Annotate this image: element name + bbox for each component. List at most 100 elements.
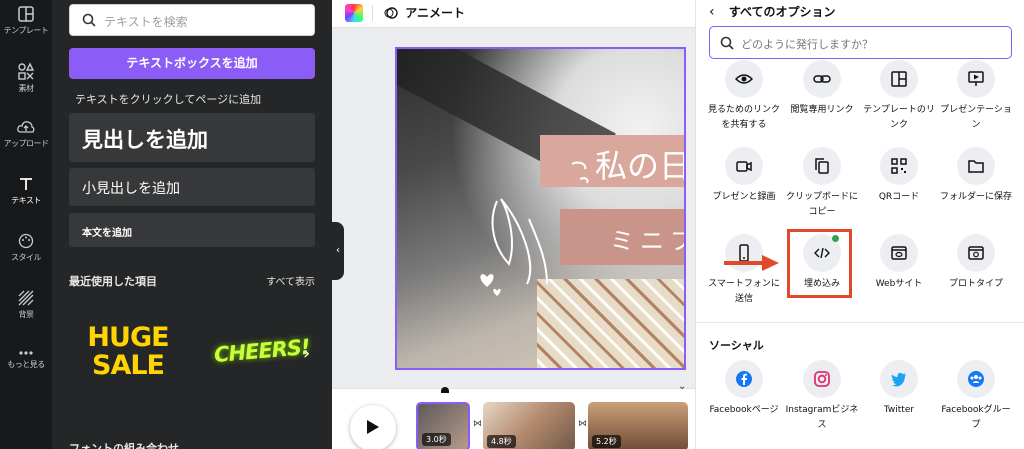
camera-icon bbox=[736, 161, 752, 172]
transition-icon[interactable]: ⋈ bbox=[473, 419, 482, 429]
text-panel: テキストを検索 テキストボックスを追加 テキストをクリックしてページに追加 見出… bbox=[52, 0, 332, 449]
chevron-right-icon[interactable]: › bbox=[303, 343, 310, 364]
rail-item-more[interactable]: もっと見る bbox=[0, 350, 52, 370]
back-chevron-icon[interactable]: ‹ bbox=[709, 4, 715, 20]
option-website[interactable]: Webサイト bbox=[862, 234, 936, 292]
twitter-icon bbox=[891, 372, 906, 387]
timeline-thumb-2[interactable]: 4.8秒 bbox=[483, 402, 575, 449]
facebook-icon bbox=[736, 371, 752, 387]
collapse-panel-button[interactable]: ‹ bbox=[332, 222, 344, 280]
share-search-input[interactable]: どのように発行しますか？ bbox=[709, 26, 1012, 59]
rail-item-elements[interactable]: 素材 bbox=[0, 62, 52, 94]
add-subheading-button[interactable]: 小見出しを追加 bbox=[69, 168, 315, 206]
facebook-group-icon bbox=[968, 371, 984, 387]
option-label: Facebookグループ bbox=[941, 405, 1011, 430]
option-present-record[interactable]: プレゼンと録画 bbox=[707, 147, 781, 205]
option-copy-clipboard[interactable]: クリップボードにコピー bbox=[785, 147, 859, 220]
option-label: プレゼンテーション bbox=[940, 105, 1012, 130]
option-template-link[interactable]: テンプレートのリンク bbox=[862, 60, 936, 133]
option-facebook-group[interactable]: Facebookグループ bbox=[939, 360, 1013, 433]
background-icon bbox=[18, 290, 34, 306]
huge-text: HUGE bbox=[87, 322, 169, 353]
rail-label: スタイル bbox=[11, 253, 42, 262]
option-prototype[interactable]: プロトタイプ bbox=[939, 234, 1013, 292]
rail-label: もっと見る bbox=[7, 360, 45, 369]
upload-icon bbox=[17, 121, 35, 133]
design-page[interactable]: 私の日 ミニブ bbox=[395, 47, 686, 370]
option-share-view-link[interactable]: 見るためのリンクを共有する bbox=[707, 60, 781, 133]
option-label: スマートフォンに送信 bbox=[708, 279, 780, 304]
color-picker-icon[interactable] bbox=[345, 4, 363, 22]
app-root: テンプレート 素材 アップロード テキスト スタイル 背景 もっと見る テキスト… bbox=[0, 0, 1024, 449]
option-view-only-link[interactable]: 閲覧専用リンク bbox=[785, 60, 859, 118]
option-label: フォルダーに保存 bbox=[939, 192, 1012, 202]
prototype-icon bbox=[968, 246, 984, 260]
rail-item-templates[interactable]: テンプレート bbox=[0, 6, 52, 36]
option-label: クリップボードにコピー bbox=[785, 192, 858, 217]
add-textbox-button[interactable]: テキストボックスを追加 bbox=[69, 48, 315, 79]
option-instagram-business[interactable]: Instagramビジネス bbox=[785, 360, 859, 433]
animate-button[interactable]: アニメート bbox=[384, 4, 465, 21]
option-label: Twitter bbox=[883, 405, 915, 415]
option-qr-code[interactable]: QRコード bbox=[862, 147, 936, 205]
rail-label: テンプレート bbox=[3, 26, 49, 35]
side-rail: テンプレート 素材 アップロード テキスト スタイル 背景 もっと見る bbox=[0, 0, 52, 449]
present-icon bbox=[968, 71, 984, 86]
rail-item-styles[interactable]: スタイル bbox=[0, 233, 52, 263]
rail-item-uploads[interactable]: アップロード bbox=[0, 119, 52, 149]
option-present[interactable]: プレゼンテーション bbox=[939, 60, 1013, 133]
panel-hint: テキストをクリックしてページに追加 bbox=[75, 93, 262, 106]
folder-icon bbox=[968, 160, 984, 173]
recent-item-cheers[interactable]: CHEERS! bbox=[213, 335, 310, 367]
copy-icon bbox=[815, 158, 829, 174]
timeline-bar: ⌄ 3.0秒 ⋈ 4.8秒 ⋈ 5.2秒 bbox=[332, 381, 695, 449]
sale-text: SALE bbox=[92, 350, 165, 381]
timeline-thumb-3[interactable]: 5.2秒 bbox=[588, 402, 688, 449]
duration-badge: 5.2秒 bbox=[592, 435, 621, 448]
editor-toolbar: アニメート bbox=[332, 0, 695, 28]
transition-icon[interactable]: ⋈ bbox=[578, 419, 587, 429]
option-facebook-page[interactable]: Facebookページ bbox=[707, 360, 781, 418]
play-button[interactable] bbox=[350, 405, 396, 449]
option-label: プロトタイプ bbox=[948, 279, 1003, 289]
add-heading-button[interactable]: 見出しを追加 bbox=[69, 113, 315, 162]
search-icon bbox=[720, 36, 734, 50]
rail-item-background[interactable]: 背景 bbox=[0, 290, 52, 320]
chevron-down-icon[interactable]: ⌄ bbox=[678, 381, 686, 392]
play-icon bbox=[367, 420, 379, 434]
search-icon bbox=[82, 13, 96, 27]
website-icon bbox=[891, 246, 907, 260]
duration-badge: 4.8秒 bbox=[487, 435, 516, 448]
toolbar-divider bbox=[372, 5, 373, 21]
playhead-marker[interactable] bbox=[441, 387, 449, 393]
text-search-input[interactable]: テキストを検索 bbox=[69, 4, 315, 36]
eye-icon bbox=[735, 74, 753, 84]
share-header: ‹ すべてのオプション bbox=[709, 3, 835, 20]
template-icon bbox=[18, 6, 34, 22]
option-label: テンプレートのリンク bbox=[863, 105, 935, 130]
instagram-icon bbox=[814, 371, 830, 387]
option-label: 閲覧専用リンク bbox=[790, 105, 854, 115]
template-link-icon bbox=[891, 71, 907, 87]
recent-item-huge-sale[interactable]: HUGE SALE bbox=[82, 324, 174, 380]
animate-icon bbox=[384, 7, 398, 19]
rail-item-text[interactable]: テキスト bbox=[0, 176, 52, 206]
rail-label: アップロード bbox=[3, 139, 50, 148]
add-body-text-button[interactable]: 本文を追加 bbox=[69, 213, 315, 247]
see-all-link[interactable]: すべて表示 bbox=[266, 273, 315, 288]
timeline-thumb-1[interactable]: 3.0秒 bbox=[416, 402, 470, 449]
share-panel: ‹ すべてのオプション どのように発行しますか？ 見るためのリンクを共有する 閲… bbox=[695, 0, 1024, 449]
embed-highlight-box bbox=[787, 229, 852, 298]
rail-label: 素材 bbox=[18, 84, 35, 93]
palette-icon bbox=[18, 233, 34, 249]
link-icon bbox=[813, 75, 831, 83]
text-icon bbox=[20, 178, 32, 190]
option-label: Instagramビジネス bbox=[785, 405, 859, 430]
duration-badge: 3.0秒 bbox=[422, 433, 451, 446]
qr-icon bbox=[891, 158, 907, 174]
option-label: 見るためのリンクを共有する bbox=[707, 105, 780, 130]
option-twitter[interactable]: Twitter bbox=[862, 360, 936, 418]
option-label: QRコード bbox=[878, 192, 920, 202]
rail-label: 背景 bbox=[18, 310, 35, 319]
option-save-folder[interactable]: フォルダーに保存 bbox=[939, 147, 1013, 205]
